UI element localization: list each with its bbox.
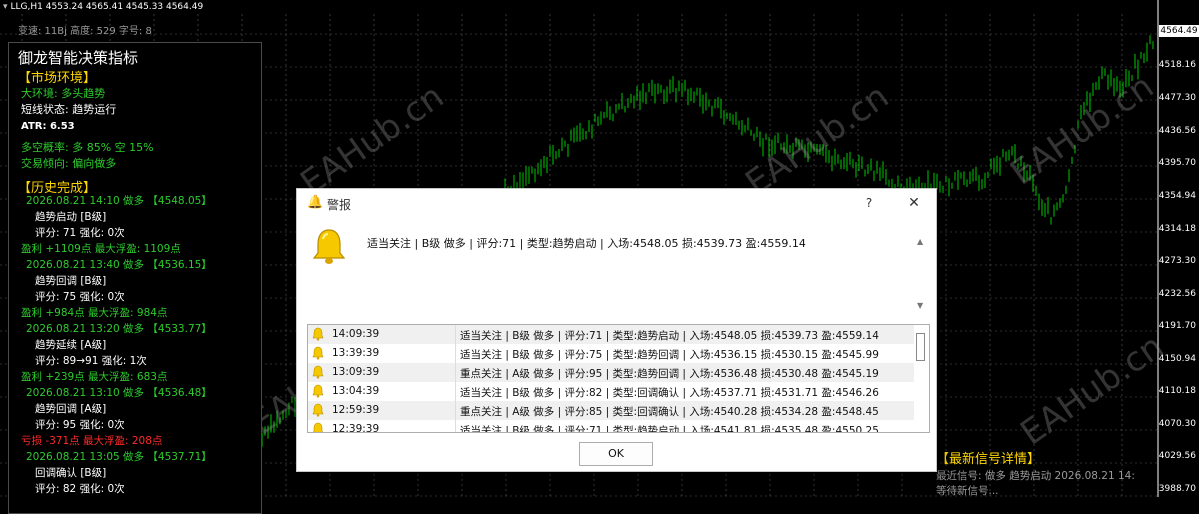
chart-header: ▾ LLG,H1 4553.24 4565.41 4545.33 4564.49 [3,2,203,12]
alert-text: 适当关注 | B级 做多 | 评分:82 | 类型:回调确认 | 入场:4537… [460,387,879,399]
scroll-down-icon[interactable]: ▼ [917,301,923,310]
alert-message: 适当关注 | B级 做多 | 评分:71 | 类型:趋势启动 | 入场:4548… [367,237,806,250]
column-divider [455,420,456,432]
history-result: 盈利 +1109点 最大浮盈: 1109点 [21,243,181,255]
latest-line2: 等待新信号... [936,485,999,497]
alert-time: 13:04:39 [332,385,380,397]
alert-time: 14:09:39 [332,328,380,340]
dropdown-arrow-icon[interactable]: ▾ [3,2,8,12]
bias-value: 交易倾向: 偏向做多 [21,157,117,170]
bell-icon [312,346,324,360]
price-tick: 4150.94 [1158,354,1196,364]
price-tick: 4314.18 [1158,224,1196,234]
big-env: 大环境: 多头趋势 [21,87,106,100]
alert-history-list[interactable]: 14:09:39 适当关注 | B级 做多 | 评分:71 | 类型:趋势启动 |… [307,324,930,433]
alert-text: 适当关注 | B级 做多 | 评分:71 | 类型:趋势启动 | 入场:4541… [460,425,879,433]
history-result: 亏损 -371点 最大浮盈: 208点 [21,435,163,447]
alert-row[interactable]: 12:59:39 重点关注 | A级 做多 | 评分:85 | 类型:回调确认 |… [308,401,914,420]
bell-icon [313,422,323,432]
alert-row[interactable]: 13:09:39 重点关注 | A级 做多 | 评分:95 | 类型:趋势回调 |… [308,363,914,382]
alert-row[interactable]: 14:09:39 适当关注 | B级 做多 | 评分:71 | 类型:趋势启动 |… [308,325,914,344]
history-type: 趋势启动 [B级] [35,211,107,223]
alert-time: 12:59:39 [332,404,380,416]
history-score: 评分: 89→91 强化: 1次 [35,355,147,367]
panel-title: 御龙智能决策指标 [18,49,139,67]
alert-row[interactable]: 12:39:39 适当关注 | B级 做多 | 评分:71 | 类型:趋势启动 |… [308,420,914,433]
history-type: 趋势延续 [A级] [35,339,107,351]
price-tick: 4070.30 [1158,419,1196,429]
bell-icon [312,327,324,341]
history-score: 评分: 82 强化: 0次 [35,483,125,495]
indicator-panel: 御龙智能决策指标 【市场环境】 大环境: 多头趋势 短线状态: 趋势运行 ATR… [8,42,262,514]
price-tick: 4518.16 [1158,60,1196,70]
bell-icon [312,403,324,417]
price-tick: 4232.56 [1158,289,1196,299]
market-header: 【市场环境】 [18,71,97,86]
history-type: 趋势回调 [B级] [35,275,107,287]
latest-header: 【最新信号详情】 [936,452,1041,467]
dialog-title: 警报 [327,198,352,212]
symbol-info: LLG,H1 4553.24 4565.41 4545.33 4564.49 [10,2,204,12]
list-scrollbar[interactable] [916,333,925,361]
atr-value: ATR: 6.53 [21,121,75,132]
ok-button[interactable]: OK [579,442,653,466]
alert-time: 13:09:39 [332,366,380,378]
history-head: 2026.08.21 13:40 做多 【4536.15】 [26,259,212,271]
price-tick: 4395.70 [1158,158,1196,168]
history-score: 评分: 95 强化: 0次 [35,419,125,431]
alert-row[interactable]: 13:39:39 适当关注 | B级 做多 | 评分:75 | 类型:趋势回调 |… [308,344,914,363]
alert-text: 重点关注 | A级 做多 | 评分:85 | 类型:回调确认 | 入场:4540… [460,406,879,418]
price-tick: 4110.18 [1158,386,1196,396]
history-type: 趋势回调 [A级] [35,403,107,415]
price-tick: 4191.70 [1158,321,1196,331]
column-divider [455,363,456,382]
history-score: 评分: 75 强化: 0次 [35,291,125,303]
scroll-up-icon[interactable]: ▲ [917,237,923,246]
latest-line1: 最近信号: 做多 趋势启动 2026.08.21 14: [936,470,1135,482]
column-divider [455,401,456,420]
price-tick: 4477.30 [1158,93,1196,103]
price-tick: 4354.94 [1158,191,1196,201]
bell-icon [312,365,324,379]
prob-value: 多空概率: 多 85% 空 15% [21,141,154,154]
price-tick: 3988.70 [1158,484,1196,494]
history-result: 盈利 +239点 最大浮盈: 683点 [21,371,168,383]
column-divider [455,344,456,363]
alert-text: 适当关注 | B级 做多 | 评分:71 | 类型:趋势启动 | 入场:4548… [460,330,879,342]
history-type: 回调确认 [B级] [35,467,107,479]
history-head: 2026.08.21 13:20 做多 【4533.77】 [26,323,212,335]
price-tick: 4029.56 [1158,451,1196,461]
dialog-titlebar[interactable]: 🔔 警报 ? ✕ [297,189,936,217]
alert-bell-icon [312,229,346,264]
history-head: 2026.08.21 14:10 做多 【4548.05】 [26,195,212,207]
history-result: 盈利 +984点 最大浮盈: 984点 [21,307,168,319]
latest-signal: 【最新信号详情】 最近信号: 做多 趋势启动 2026.08.21 14: 等待… [936,448,1135,498]
column-divider [455,325,456,344]
history-head: 2026.08.21 13:10 做多 【4536.48】 [26,387,212,399]
price-tick: 4436.56 [1158,126,1196,136]
history-score: 评分: 71 强化: 0次 [35,227,125,239]
alert-text: 适当关注 | B级 做多 | 评分:75 | 类型:趋势回调 | 入场:4536… [460,349,879,361]
alert-time: 12:39:39 [332,423,380,433]
alert-dialog: 🔔 警报 ? ✕ 适当关注 | B级 做多 | 评分:71 | 类型:趋势启动 … [296,188,937,472]
chart-sub-info: 变速: 11Bj 高度: 529 字号: 8 [18,26,152,37]
current-price-tag: 4564.49 [1159,25,1199,37]
history-head: 2026.08.21 13:05 做多 【4537.71】 [26,451,212,463]
price-tick: 4273.30 [1158,256,1196,266]
alert-text: 重点关注 | A级 做多 | 评分:95 | 类型:趋势回调 | 入场:4536… [460,368,879,380]
alert-time: 13:39:39 [332,347,380,359]
help-button[interactable]: ? [859,193,879,213]
short-state: 短线状态: 趋势运行 [21,103,117,116]
bell-icon [312,384,324,398]
bell-icon: 🔔 [307,195,324,210]
column-divider [455,382,456,401]
alert-row[interactable]: 13:04:39 适当关注 | B级 做多 | 评分:82 | 类型:回调确认 |… [308,382,914,401]
close-button[interactable]: ✕ [903,193,925,213]
